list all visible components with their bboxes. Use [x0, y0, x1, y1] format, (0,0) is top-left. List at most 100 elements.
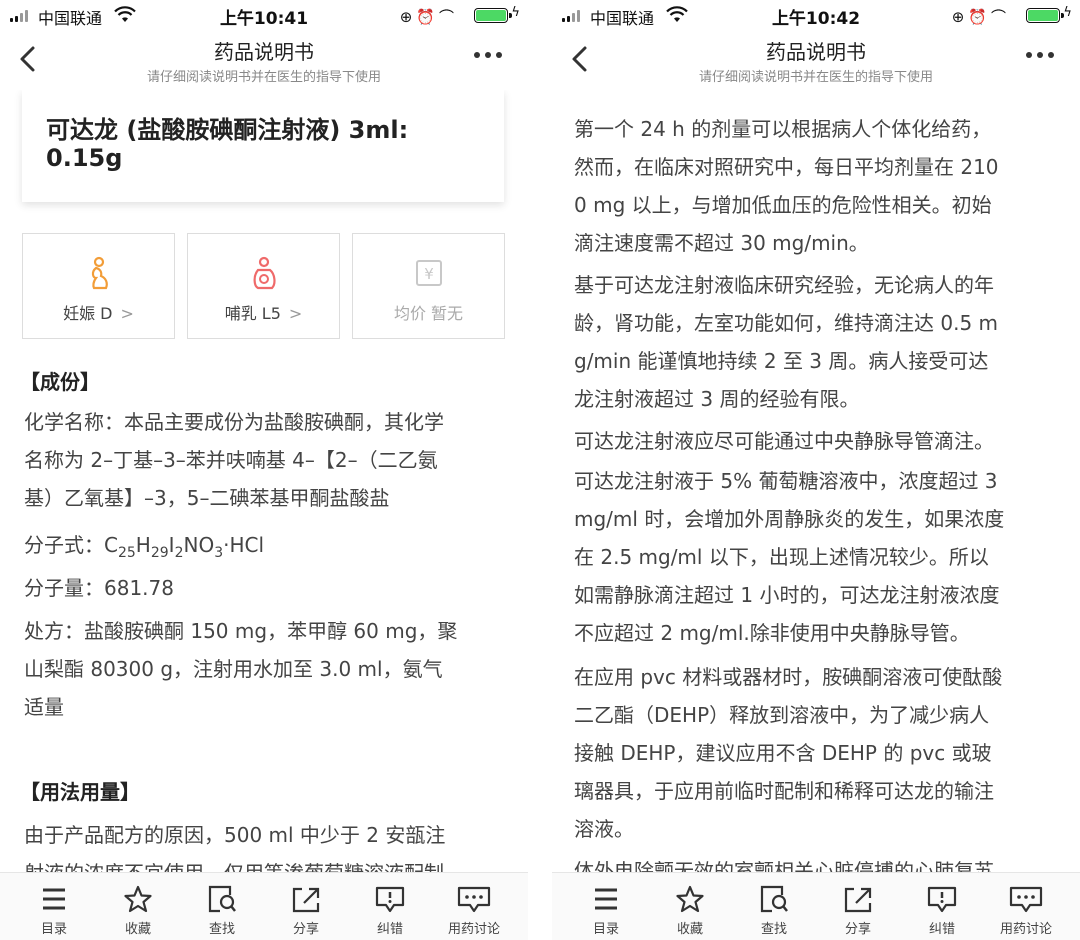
molecular-formula: 分子式：C25H29I2NO3·HCl	[24, 526, 506, 572]
drug-title-card: 可达龙 (盐酸胺碘酮注射液) 3ml: 0.15g	[22, 90, 504, 202]
tab-discussion[interactable]: 用药讨论	[432, 873, 516, 940]
text-line: 在 2.5 mg/ml 以下，出现上述情况较少。所以	[574, 545, 989, 569]
text-line: 在应用 pvc 材料或器材时，胺碘酮溶液可使酞酸	[574, 665, 1003, 689]
formula-part: C	[104, 533, 118, 557]
star-icon	[124, 885, 152, 913]
tab-label: 分享	[292, 922, 319, 937]
usage-line: 射液的浓度不宜使用，仅用等渗葡萄糖溶液配制	[24, 854, 506, 872]
text-line: 溶液。	[574, 817, 634, 841]
recipe-line: 适量	[24, 695, 64, 719]
price-tile: ¥ 均价 暂无	[352, 233, 505, 339]
text-line: 滴注速度需不超过 30 mg/min。	[574, 231, 869, 255]
screen-divider	[528, 0, 552, 940]
text-line: 二乙酯（DEHP）释放到溶液中，为了减少病人	[574, 703, 990, 727]
formula-sub: 3	[214, 545, 224, 561]
status-icons: ⊕⏰⌒	[399, 8, 458, 26]
page-title: 药品说明书	[766, 40, 866, 64]
bottom-tab-bar: 目录 收藏 查找 分享 纠错 用药讨论	[0, 872, 528, 940]
tab-report-error[interactable]: 纠错	[900, 873, 984, 940]
dosage-paragraph-2: 基于可达龙注射液临床研究经验，无论病人的年 龄，肾功能，左室功能如何，维持滴注达…	[574, 266, 1058, 418]
tab-report-error[interactable]: 纠错	[348, 873, 432, 940]
more-icon[interactable]	[474, 50, 504, 60]
tab-discussion[interactable]: 用药讨论	[984, 873, 1068, 940]
prescription: 处方：盐酸胺碘酮 150 mg，苯甲醇 60 mg，聚 山梨酯 80300 g，…	[24, 612, 506, 726]
share-icon	[292, 887, 320, 913]
dosage-paragraph-1: 第一个 24 h 的剂量可以根据病人个体化给药， 然而，在临床对照研究中，每日平…	[574, 110, 1058, 262]
phone-screen-right: 中国联通 上午10:42 ⊕⏰⌒ ϟ 药品说明书 请仔细阅读说明书并在医生的指导…	[552, 0, 1080, 940]
report-error-icon	[375, 886, 405, 913]
chem-line: 名称为 2–丁基–3–苯并呋喃基 4–【2–（二乙氨	[24, 448, 438, 472]
battery-icon	[1026, 8, 1064, 23]
report-error-icon	[927, 886, 957, 913]
usage-line: 由于产品配方的原因，500 ml 中少于 2 安瓿注	[24, 823, 446, 847]
tab-catalog[interactable]: 目录	[564, 873, 648, 940]
tab-label: 纠错	[928, 922, 955, 937]
tab-label: 目录	[592, 922, 619, 937]
discussion-icon	[457, 886, 491, 913]
dosage-paragraph-4: 可达龙注射液于 5% 葡萄糖溶液中，浓度超过 3 mg/ml 时，会增加外周静脉…	[574, 462, 1058, 652]
tab-label: 纠错	[376, 922, 403, 937]
tab-label: 用药讨论	[447, 922, 500, 937]
more-icon[interactable]	[1026, 50, 1056, 60]
text-line: 0 mg 以上，与增加低血压的危险性相关。初始	[574, 193, 992, 217]
pregnancy-icon	[91, 256, 108, 290]
content-scroll[interactable]: 可达龙 (盐酸胺碘酮注射液) 3ml: 0.15g 妊娠 D > 哺乳 L5 > ¥…	[0, 90, 528, 872]
breastfeeding-label: 哺乳 L5	[224, 304, 281, 323]
recipe-line: 处方：盐酸胺碘酮 150 mg，苯甲醇 60 mg，聚	[24, 619, 458, 643]
usage-text: 由于产品配方的原因，500 ml 中少于 2 安瓿注 射液的浓度不宜使用，仅用等…	[24, 816, 506, 872]
text-line: mg/ml 时，会增加外周静脉炎的发生，如果浓度	[574, 507, 1005, 531]
search-doc-icon	[760, 885, 788, 913]
tab-label: 查找	[208, 922, 235, 937]
composition-heading: 【成份】	[20, 370, 100, 394]
svg-text:¥: ¥	[424, 265, 434, 283]
status-bar: 中国联通 上午10:41 ⊕⏰⌒ ϟ	[0, 0, 528, 30]
page-title: 药品说明书	[214, 40, 314, 64]
text-line: 龙注射液超过 3 周的经验有限。	[574, 387, 860, 411]
formula-part: H	[135, 533, 151, 557]
search-doc-icon	[208, 885, 236, 913]
tab-share[interactable]: 分享	[264, 873, 348, 940]
text-line: 如需静脉滴注超过 1 小时的，可达龙注射液浓度	[574, 583, 1000, 607]
content-scroll[interactable]: 。 第一个 24 h 的剂量可以根据病人个体化给药， 然而，在临床对照研究中，每…	[552, 90, 1080, 872]
formula-label: 分子式：	[24, 533, 104, 557]
tab-favorite[interactable]: 收藏	[96, 873, 180, 940]
discussion-icon	[1009, 886, 1043, 913]
text-line: 可达龙注射液于 5% 葡萄糖溶液中，浓度超过 3	[574, 469, 998, 493]
price-icon: ¥	[415, 260, 442, 286]
text-line: 接触 DEHP，建议应用不含 DEHP 的 pvc 或玻	[574, 741, 992, 765]
breastfeeding-tile[interactable]: 哺乳 L5 >	[187, 233, 340, 339]
battery-icon	[474, 8, 512, 23]
formula-sub: 2	[174, 545, 184, 561]
menu-icon	[595, 888, 617, 910]
formula-sub: 29	[150, 545, 169, 561]
drug-name: 可达龙 (盐酸胺碘酮注射液) 3ml: 0.15g	[46, 116, 488, 172]
pregnancy-label: 妊娠 D	[63, 304, 113, 323]
page-subtitle: 请仔细阅读说明书并在医生的指导下使用	[698, 70, 933, 85]
dosage-paragraph-6: 体外电除颤无效的室颤相关心脏停搏的心肺复苏	[574, 852, 1058, 872]
charging-icon: ϟ	[1063, 5, 1072, 20]
tab-share[interactable]: 分享	[816, 873, 900, 940]
breastfeeding-icon	[253, 256, 276, 290]
tab-search[interactable]: 查找	[180, 873, 264, 940]
tab-label: 收藏	[676, 922, 703, 937]
text-line: 体外电除颤无效的室颤相关心脏停搏的心肺复苏	[574, 859, 994, 872]
tab-label: 收藏	[124, 922, 151, 937]
text-line: 龄，肾功能，左室功能如何，维持滴注达 0.5 m	[574, 311, 999, 335]
dosage-paragraph-3: 可达龙注射液应尽可能通过中央静脉导管滴注。	[574, 422, 1058, 460]
phone-screen-left: 中国联通 上午10:41 ⊕⏰⌒ ϟ 药品说明书 请仔细阅读说明书并在医生的指导…	[0, 0, 528, 940]
text-fragment: 。	[574, 90, 1058, 100]
tab-label: 查找	[760, 922, 787, 937]
tab-catalog[interactable]: 目录	[12, 873, 96, 940]
drug-name-line2: 0.15g	[46, 144, 123, 172]
tab-search[interactable]: 查找	[732, 873, 816, 940]
info-tiles: 妊娠 D > 哺乳 L5 > ¥ 均价 暂无	[22, 233, 505, 339]
dosage-paragraph-5: 在应用 pvc 材料或器材时，胺碘酮溶液可使酞酸 二乙酯（DEHP）释放到溶液中…	[574, 658, 1058, 848]
pregnancy-tile[interactable]: 妊娠 D >	[22, 233, 175, 339]
text-line: 然而，在临床对照研究中，每日平均剂量在 210	[574, 155, 999, 179]
drug-name-line1: 可达龙 (盐酸胺碘酮注射液) 3ml:	[46, 116, 409, 144]
tab-favorite[interactable]: 收藏	[648, 873, 732, 940]
page-subtitle: 请仔细阅读说明书并在医生的指导下使用	[146, 70, 381, 85]
tab-label: 目录	[40, 922, 67, 937]
chem-line: 化学名称：本品主要成份为盐酸胺碘酮，其化学	[24, 410, 444, 434]
tab-label: 用药讨论	[999, 922, 1052, 937]
